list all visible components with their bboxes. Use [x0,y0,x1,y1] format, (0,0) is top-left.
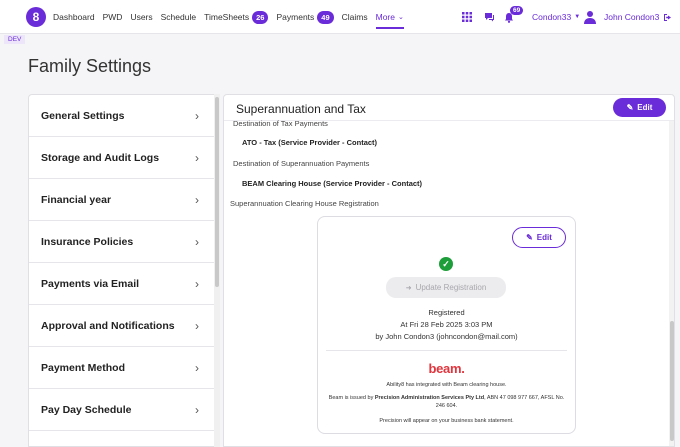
menu-item-label: Payment Method [41,361,126,374]
menu-item-approval-notifications[interactable]: Approval and Notifications › [29,305,219,347]
nav-label: Users [130,12,153,22]
nav-more[interactable]: More ⌄ [375,0,405,34]
menu-item-storage-audit-logs[interactable]: Storage and Audit Logs › [29,137,219,179]
menu-item-label: Approval and Notifications [41,319,175,332]
timesheets-count-badge: 26 [252,10,269,24]
menu-item-label: General Settings [41,109,125,122]
caret-down-icon: ▼ [574,14,581,20]
nav-timesheets[interactable]: TimeSheets 26 [204,0,269,34]
chat-icon[interactable] [484,0,495,34]
super-destination-label: Destination of Superannuation Payments [233,159,370,168]
tax-destination-label: Destination of Tax Payments [233,119,328,128]
nav-label: Dashboard [53,12,95,22]
nav-links: Dashboard PWD Users Schedule TimeSheets 2… [53,0,412,34]
panel-scrollbar[interactable] [669,121,674,446]
clearing-house-card: ✎ Edit ✓ ➜ Update Registration Registered … [317,216,576,434]
logout-icon[interactable] [663,0,672,34]
panel-title: Superannuation and Tax [236,102,366,116]
nav-label: Payments [276,12,315,22]
menu-item-payment-method[interactable]: Payment Method › [29,347,219,389]
registration-date: At Fri 28 Feb 2025 3:03 PM [400,320,493,329]
chevron-right-icon: › [195,192,199,207]
chevron-right-icon: › [195,108,199,123]
chevron-down-icon: ⌄ [397,14,404,21]
menu-item-label: Payments via Email [41,277,140,290]
payments-count-badge: 49 [317,10,334,24]
login-icon: ➜ [405,284,412,292]
super-destination-value: BEAM Clearing House (Service Provider - … [242,179,423,188]
bell-icon[interactable] [504,0,514,34]
nav-label: PWD [102,12,123,22]
menu-item-general-settings[interactable]: General Settings › [29,95,219,137]
settings-menu: General Settings › Storage and Audit Logs… [28,94,220,447]
chevron-right-icon: › [195,150,199,165]
environment-badge: DEV [4,35,26,44]
chevron-right-icon: › [195,318,199,333]
check-circle-icon: ✓ [439,257,453,271]
top-navigation: 8 Dashboard PWD Users Schedule TimeSheet… [0,0,680,34]
nav-label: Claims [341,12,368,22]
chevron-right-icon: › [195,276,199,291]
chevron-right-icon: › [195,360,199,375]
menu-item-payments-via-email[interactable]: Payments via Email › [29,263,219,305]
nav-label: TimeSheets [204,12,250,22]
nav-label: More [375,12,395,22]
menu-item-financial-year[interactable]: Financial year › [29,179,219,221]
nav-label: Schedule [160,12,197,22]
tax-destination-value: ATO - Tax (Service Provider - Contact) [242,138,378,147]
org-name: Condon33 [532,12,572,22]
edit-button-label: Edit [637,103,653,112]
chevron-right-icon: › [195,402,199,417]
nav-schedule[interactable]: Schedule [161,0,196,34]
menu-scrollbar[interactable] [214,94,220,447]
menu-scrollbar-thumb[interactable] [215,97,219,287]
chevron-right-icon: › [195,234,199,249]
user-name-label: John Condon3 [604,12,660,22]
menu-item-label: Pay Day Schedule [41,403,132,416]
pencil-icon: ✎ [626,103,634,112]
app-logo[interactable]: 8 [26,7,46,27]
nav-payments[interactable]: Payments 49 [276,0,334,34]
update-registration-label: Update Registration [415,283,487,292]
user-name[interactable]: John Condon3 [604,0,659,34]
superannuation-tax-panel: Superannuation and Tax ✎ Edit Destination… [223,94,675,447]
pencil-icon: ✎ [526,233,533,242]
menu-item-pay-day-schedule[interactable]: Pay Day Schedule › [29,389,219,431]
integration-text: Ability8 has integrated with Beam cleari… [386,382,507,388]
card-divider [326,350,567,351]
nav-dashboard[interactable]: Dashboard [53,0,95,34]
registered-by: by John Condon3 (johncondon@mail.com) [375,332,518,341]
menu-item-insurance-policies[interactable]: Insurance Policies › [29,221,219,263]
panel-scrollbar-thumb[interactable] [670,321,674,441]
issuer-prefix: Beam is issued by [328,395,375,401]
org-switcher[interactable]: Condon33 ▼ [532,0,580,34]
edit-button[interactable]: ✎ Edit [613,98,666,117]
issuer-text: Beam is issued by Precision Administrati… [326,394,567,410]
nav-users[interactable]: Users [130,0,152,34]
card-edit-label: Edit [536,233,552,242]
notification-count-badge: 69 [510,6,524,15]
bank-statement-text: Precision will appear on your business b… [379,418,514,424]
issuer-company: Precision Administration Services Pty Lt… [374,395,485,401]
update-registration-button[interactable]: ➜ Update Registration [386,277,506,298]
page-title: Family Settings [28,56,152,76]
menu-item-label: Insurance Policies [41,235,134,248]
clearing-house-label: Superannuation Clearing House Registrati… [230,199,379,208]
user-avatar-icon[interactable] [584,0,596,34]
nav-pwd[interactable]: PWD [103,0,123,34]
beam-logo: beam. [428,361,465,376]
nav-claims[interactable]: Claims [342,0,368,34]
menu-item-label: Storage and Audit Logs [41,151,160,164]
menu-item-label: Financial year [41,193,112,206]
apps-grid-icon[interactable] [462,0,472,34]
registration-status: Registered [428,308,465,317]
card-edit-button[interactable]: ✎ Edit [512,227,566,248]
